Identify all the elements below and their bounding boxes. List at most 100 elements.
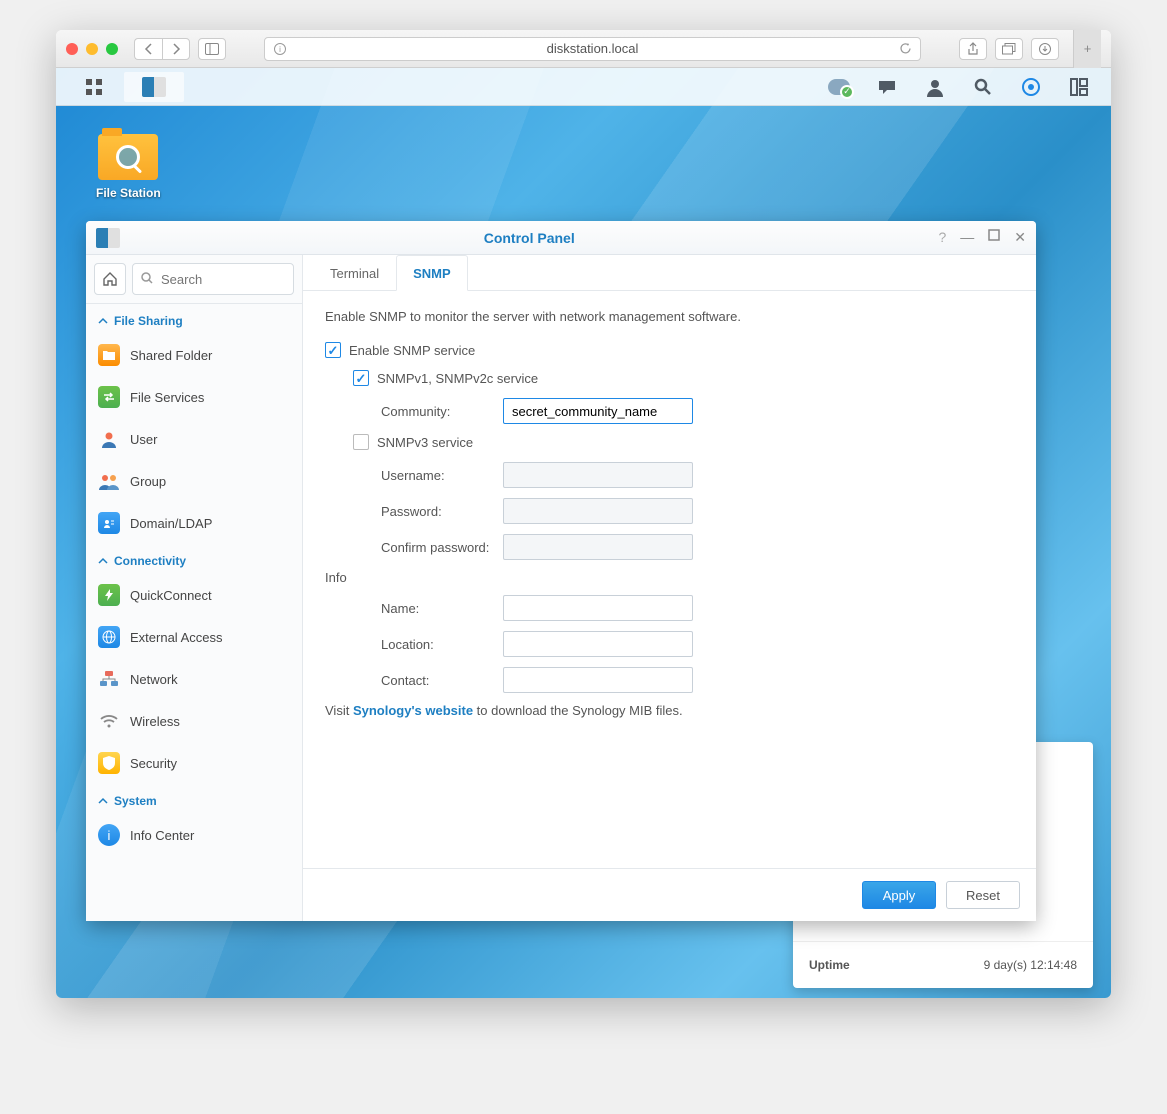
synology-website-link[interactable]: Synology's website: [353, 703, 473, 718]
snmp-v12c-row[interactable]: SNMPv1, SNMPv2c service: [353, 370, 1014, 386]
snmp-content: Enable SNMP to monitor the server with n…: [303, 291, 1036, 868]
folder-icon: [98, 344, 120, 366]
pilot-view-button[interactable]: [1055, 72, 1103, 102]
home-icon: [102, 271, 118, 287]
notifications-button[interactable]: [863, 72, 911, 102]
section-connectivity[interactable]: Connectivity: [86, 544, 300, 574]
info-header: Info: [325, 570, 1014, 585]
sidebar-item-label: User: [130, 432, 157, 447]
search-icon: [140, 271, 154, 285]
new-tab-button[interactable]: +: [1073, 30, 1101, 68]
close-window-icon[interactable]: [66, 43, 78, 55]
tab-terminal[interactable]: Terminal: [313, 255, 396, 291]
window-traffic-lights: [66, 43, 118, 55]
sidebar-item-external-access[interactable]: External Access: [86, 616, 300, 658]
search-icon: [973, 77, 993, 97]
sidebar-item-label: Wireless: [130, 714, 180, 729]
sidebar-item-quickconnect[interactable]: QuickConnect: [86, 574, 300, 616]
reader-icon: i: [273, 42, 287, 56]
minimize-icon[interactable]: —: [960, 229, 974, 246]
chat-icon: [877, 77, 897, 97]
info-location-input[interactable]: [503, 631, 693, 657]
back-button[interactable]: [134, 38, 162, 60]
chevron-up-icon: [98, 796, 108, 806]
username-label: Username:: [381, 468, 503, 483]
search-button[interactable]: [959, 72, 1007, 102]
user-menu-button[interactable]: [911, 72, 959, 102]
contact-label: Contact:: [381, 673, 503, 688]
sidebar-item-label: External Access: [130, 630, 223, 645]
sidebar-item-shared-folder[interactable]: Shared Folder: [86, 334, 300, 376]
checkbox-enable-snmp[interactable]: [325, 342, 341, 358]
sidebar-item-label: Security: [130, 756, 177, 771]
card-icon: [98, 512, 120, 534]
desktop-icon-label: File Station: [96, 186, 161, 200]
checkbox-snmp-v3[interactable]: [353, 434, 369, 450]
location-label: Location:: [381, 637, 503, 652]
task-control-panel[interactable]: [124, 72, 184, 102]
cp-main: Terminal SNMP Enable SNMP to monitor the…: [303, 255, 1036, 921]
help-icon[interactable]: ?: [938, 229, 946, 246]
community-input[interactable]: [503, 398, 693, 424]
cloud-status-button[interactable]: ✓: [815, 72, 863, 102]
maximize-icon[interactable]: [988, 229, 1000, 246]
desktop-icon-file-station[interactable]: File Station: [96, 134, 161, 200]
info-name-input[interactable]: [503, 595, 693, 621]
sidebar-item-label: Info Center: [130, 828, 194, 843]
browser-toolbar: i diskstation.local +: [56, 30, 1111, 68]
enable-snmp-row[interactable]: Enable SNMP service: [325, 342, 1014, 358]
snmp-v3-row[interactable]: SNMPv3 service: [353, 434, 1014, 450]
sidebar-item-label: Group: [130, 474, 166, 489]
password-input: [503, 498, 693, 524]
section-system[interactable]: System: [86, 784, 300, 814]
sidebar-toggle-button[interactable]: [198, 38, 226, 60]
section-file-sharing[interactable]: File Sharing: [86, 304, 300, 334]
info-contact-input[interactable]: [503, 667, 693, 693]
cp-titlebar[interactable]: Control Panel ? — ✕: [86, 221, 1036, 255]
home-button[interactable]: [94, 263, 126, 295]
forward-button[interactable]: [162, 38, 190, 60]
widgets-button[interactable]: [1007, 72, 1055, 102]
panels-icon: [1069, 77, 1089, 97]
url-text: diskstation.local: [547, 41, 639, 56]
sidebar-item-security[interactable]: Security: [86, 742, 300, 784]
confirm-password-input: [503, 534, 693, 560]
cp-sidebar: File Sharing Shared Folder: [86, 255, 303, 921]
confirm-password-label: Confirm password:: [381, 540, 503, 555]
sidebar-item-wireless[interactable]: Wireless: [86, 700, 300, 742]
reset-button[interactable]: Reset: [946, 881, 1020, 909]
sidebar-item-domain-ldap[interactable]: Domain/LDAP: [86, 502, 300, 544]
address-bar[interactable]: i diskstation.local: [264, 37, 921, 61]
sidebar-item-network[interactable]: Network: [86, 658, 300, 700]
sidebar-item-user[interactable]: User: [86, 418, 300, 460]
share-button[interactable]: [959, 38, 987, 60]
checkbox-label: SNMPv1, SNMPv2c service: [377, 371, 538, 386]
sidebar-item-group[interactable]: Group: [86, 460, 300, 502]
apply-button[interactable]: Apply: [862, 881, 936, 909]
share-icon: [967, 42, 979, 56]
panel-icon: [205, 43, 219, 55]
swap-icon: [98, 386, 120, 408]
uptime-label: Uptime: [809, 958, 850, 972]
tab-snmp[interactable]: SNMP: [396, 255, 468, 291]
checkbox-snmp-v12c[interactable]: [353, 370, 369, 386]
close-icon[interactable]: ✕: [1014, 229, 1026, 246]
downloads-button[interactable]: [1031, 38, 1059, 60]
zoom-window-icon[interactable]: [106, 43, 118, 55]
sidebar-item-info-center[interactable]: i Info Center: [86, 814, 300, 856]
community-label: Community:: [381, 404, 503, 419]
control-panel-icon: [142, 77, 166, 97]
sidebar-item-file-services[interactable]: File Services: [86, 376, 300, 418]
main-menu-button[interactable]: [64, 72, 124, 102]
tabs-button[interactable]: [995, 38, 1023, 60]
chevron-right-icon: [171, 43, 181, 55]
globe-icon: [98, 626, 120, 648]
dsm-desktop: ✓ File Station: [56, 68, 1111, 998]
reload-icon[interactable]: [899, 42, 912, 55]
uptime-value: 9 day(s) 12:14:48: [984, 958, 1077, 972]
network-icon: [98, 668, 120, 690]
sidebar-item-label: QuickConnect: [130, 588, 212, 603]
minimize-window-icon[interactable]: [86, 43, 98, 55]
cp-title: Control Panel: [120, 230, 938, 246]
sidebar-search-input[interactable]: [132, 263, 294, 295]
